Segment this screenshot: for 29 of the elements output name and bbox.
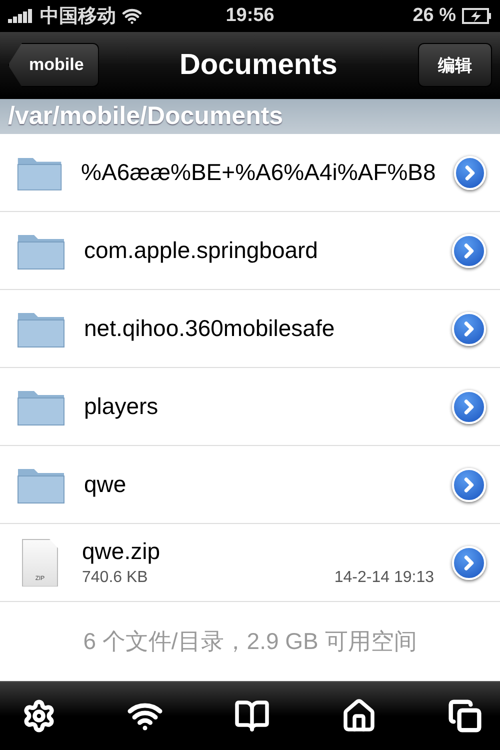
settings-button[interactable]	[22, 699, 56, 733]
detail-disclosure-button[interactable]	[452, 234, 486, 268]
detail-disclosure-button[interactable]	[454, 156, 486, 190]
book-button[interactable]	[234, 698, 270, 734]
detail-disclosure-button[interactable]	[452, 390, 486, 424]
file-name[interactable]: com.apple.springboard	[84, 237, 434, 264]
battery-percent: 26 %	[412, 5, 456, 27]
home-button[interactable]	[341, 698, 377, 734]
back-button[interactable]: mobile	[8, 43, 99, 87]
path-header: /var/mobile/Documents	[0, 99, 500, 134]
storage-summary: 6 个文件/目录，2.9 GB 可用空间	[82, 627, 418, 656]
signal-icon	[8, 9, 34, 23]
detail-disclosure-button[interactable]	[452, 312, 486, 346]
file-name[interactable]: %A6ææ%BE+%A6%A4i%AF%B8	[81, 159, 436, 186]
edit-button[interactable]: 编辑	[418, 43, 492, 87]
detail-disclosure-button[interactable]	[452, 546, 486, 580]
battery-charging-icon	[462, 8, 492, 24]
file-date: 14-2-14 19:13	[334, 569, 434, 587]
carrier-name: 中国移动	[40, 5, 116, 29]
file-name[interactable]: net.qihoo.360mobilesafe	[84, 315, 434, 342]
file-size: 740.6 KB	[82, 569, 148, 587]
file-name[interactable]: players	[84, 393, 434, 420]
wifi-icon	[122, 6, 142, 26]
windows-button[interactable]	[448, 699, 482, 733]
status-time: 19:56	[226, 5, 274, 27]
file-name[interactable]: qwe.zip	[82, 538, 434, 565]
nav-title: Documents	[179, 48, 338, 82]
detail-disclosure-button[interactable]	[452, 468, 486, 502]
file-name[interactable]: qwe	[84, 471, 434, 498]
